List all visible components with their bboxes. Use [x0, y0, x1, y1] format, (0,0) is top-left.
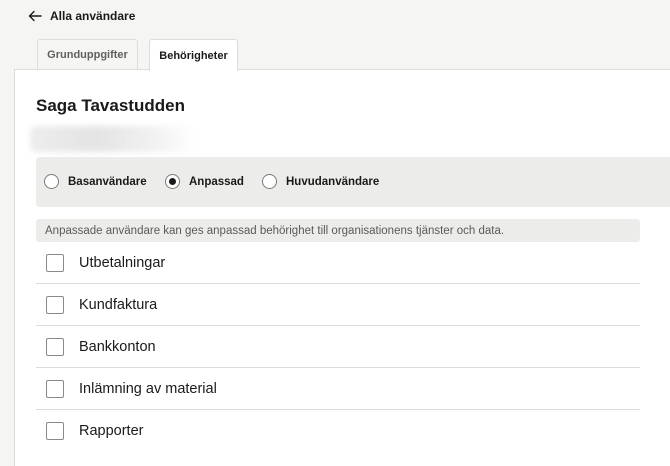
checkbox[interactable]: [46, 422, 64, 440]
role-label: Anpassad: [189, 175, 244, 188]
permission-label: Utbetalningar: [79, 254, 166, 271]
permission-row-rapporter[interactable]: Rapporter: [36, 410, 640, 452]
checkbox[interactable]: [46, 379, 64, 398]
permission-label: Rapporter: [79, 423, 144, 439]
role-option-huvudanvandare[interactable]: Huvudanvändare: [262, 174, 379, 189]
redacted-user-detail: [30, 126, 196, 152]
role-label: Basanvändare: [68, 175, 147, 188]
tab-behorigheter[interactable]: Behörigheter: [149, 39, 238, 71]
radio-unchecked-icon[interactable]: [262, 174, 277, 189]
back-link-label: Alla användare: [50, 9, 136, 23]
radio-checked-icon[interactable]: [165, 174, 180, 189]
checkbox[interactable]: [46, 337, 64, 356]
permission-label: Inlämning av material: [79, 380, 217, 397]
permission-label: Kundfaktura: [79, 296, 158, 313]
role-option-basanvandare[interactable]: Basanvändare: [44, 174, 147, 189]
radio-unchecked-icon[interactable]: [44, 174, 59, 189]
permission-row-kundfaktura[interactable]: Kundfaktura: [36, 284, 640, 326]
user-name-heading: Saga Tavastudden: [36, 96, 185, 115]
permission-label: Bankkonton: [79, 338, 156, 355]
tab-grunduppgifter[interactable]: Grunduppgifter: [37, 39, 138, 70]
permission-row-utbetalningar[interactable]: Utbetalningar: [36, 242, 640, 284]
permission-row-inlamning-av-material[interactable]: Inlämning av material: [36, 368, 640, 410]
permission-row-bankkonton[interactable]: Bankkonton: [36, 326, 640, 368]
role-option-anpassad[interactable]: Anpassad: [165, 174, 244, 189]
back-to-all-users-link[interactable]: Alla användare: [28, 8, 135, 24]
info-banner: Anpassade användare kan ges anpassad beh…: [36, 219, 640, 242]
checkbox[interactable]: [46, 253, 64, 272]
arrow-left-icon: [28, 10, 42, 22]
checkbox[interactable]: [46, 295, 64, 314]
role-label: Huvudanvändare: [286, 175, 380, 188]
